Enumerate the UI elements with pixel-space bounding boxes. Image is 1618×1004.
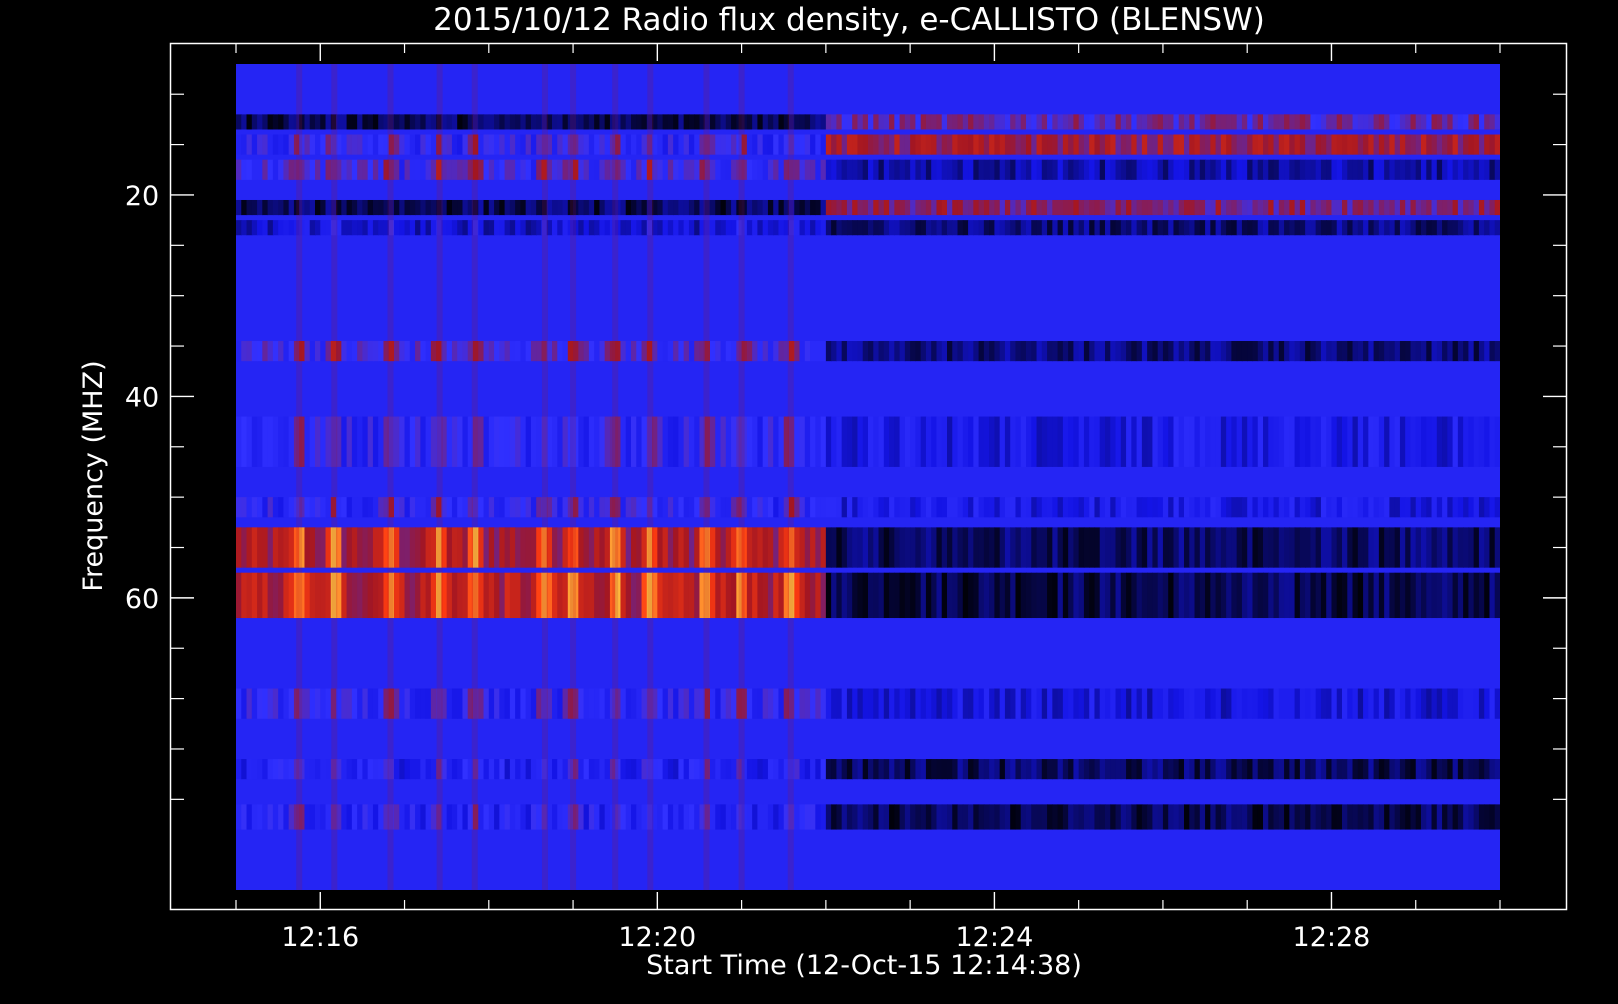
emission-band (236, 688, 1500, 719)
chart-title: 2015/10/12 Radio flux density, e-CALLIST… (433, 2, 1265, 38)
burst-streak (436, 64, 443, 890)
y-tick-label: 40 (125, 382, 159, 413)
x-axis-label: Start Time (12-Oct-15 12:14:38) (646, 950, 1082, 981)
x-tick-label: 12:24 (955, 922, 1033, 953)
y-tick-label: 20 (125, 181, 159, 212)
burst-streak (612, 64, 619, 890)
emission-band (236, 759, 1500, 780)
emission-band (236, 159, 1500, 180)
emission-band (236, 416, 1500, 467)
burst-streak (296, 64, 303, 890)
x-tick-label: 12:28 (1293, 922, 1371, 953)
burst-streak (570, 64, 577, 890)
emission-band (236, 527, 1500, 568)
burst-streak (471, 64, 478, 890)
spectrogram-image (236, 64, 1500, 890)
emission-band (236, 114, 1500, 130)
burst-streak (647, 64, 654, 890)
x-tick-label: 12:20 (618, 922, 696, 953)
x-tick-label: 12:16 (281, 922, 359, 953)
burst-streak (387, 64, 394, 890)
emission-band (236, 572, 1500, 619)
emission-band (236, 220, 1500, 236)
emission-band (236, 134, 1500, 155)
y-tick-label: 60 (125, 584, 159, 615)
emission-band (236, 199, 1500, 216)
burst-streak (738, 64, 745, 890)
emission-band (236, 804, 1500, 830)
y-axis-label: Frequency (MHZ) (78, 360, 109, 591)
spectrogram-chart: 2015/10/12 Radio flux density, e-CALLIST… (78, 2, 1568, 981)
emission-band (236, 497, 1500, 518)
burst-streak (703, 64, 710, 890)
burst-streak (541, 64, 548, 890)
burst-streak (787, 64, 794, 890)
spectrogram-figure: 2015/10/12 Radio flux density, e-CALLIST… (0, 0, 1618, 1000)
burst-streak (331, 64, 338, 890)
emission-band (236, 341, 1500, 362)
